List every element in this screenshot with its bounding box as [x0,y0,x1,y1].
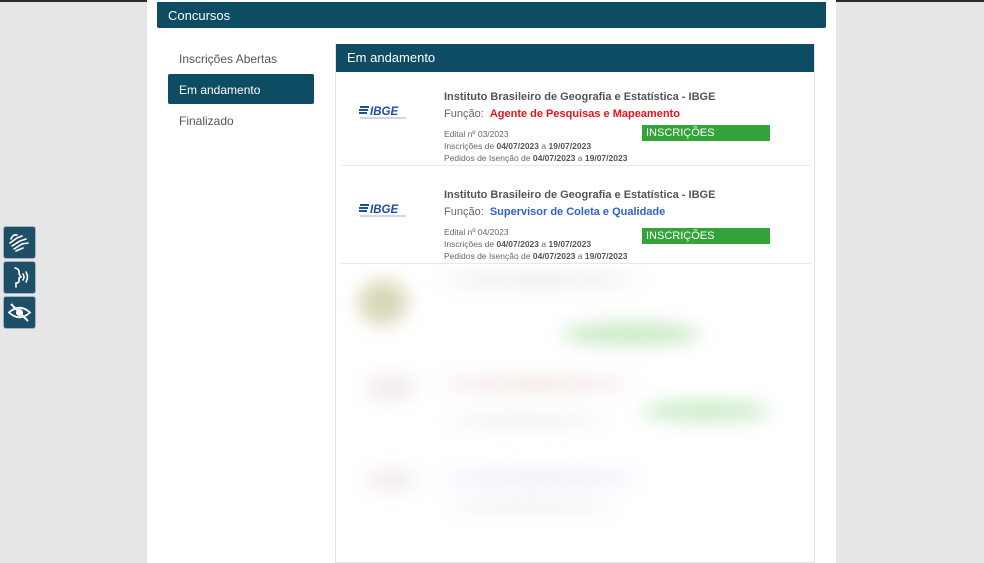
blurred-list-area [336,265,814,563]
svg-text:IBGE: IBGE [370,204,398,216]
edital-number: 03/2023 [477,129,509,139]
inscricoes-start: 04/07/2023 [496,141,540,151]
isencao-sep: a [577,153,583,163]
inscricoes-label: Inscrições de [444,239,495,249]
isencao-line: Pedidos de Isenção de 04/07/2023 a 19/07… [444,251,627,261]
organization-name: Instituto Brasileiro de Geografia e Esta… [444,91,716,103]
sidebar-item-em-andamento[interactable]: Em andamento [168,74,314,104]
isencao-line: Pedidos de Isenção de 04/07/2023 a 19/07… [444,153,627,163]
contest-card[interactable]: IBGE Instituto Brasileiro de Geografia e… [341,188,811,264]
blurred-logo [366,470,416,490]
ibge-logo: IBGE [358,102,409,122]
contrast-toggle-button[interactable] [3,296,36,329]
audio-description-button[interactable] [3,261,36,294]
sidebar-item-label: Em andamento [179,83,261,97]
panel-title-text: Em andamento [347,50,436,65]
sidebar-menu: Inscrições Abertas Em andamento Finaliza… [168,43,314,136]
edital-label: Edital nº [444,227,476,237]
status-badge[interactable]: INSCRIÇÕES ABERTAS! [642,228,770,258]
sidebar-item-label: Inscrições Abertas [179,52,278,66]
status-badge[interactable]: INSCRIÇÕES ABERTAS! [642,125,770,155]
inscricoes-line: Inscrições de 04/07/2023 a 19/07/2023 [444,239,591,249]
role-line: Função: Agente de Pesquisas e Mapeamento [444,108,680,120]
edital-number: 04/2023 [477,227,509,237]
inscricoes-sep: a [541,141,547,151]
inscricoes-label: Inscrições de [444,141,495,151]
sign-language-button[interactable] [3,226,36,259]
role-label: Função: [444,108,484,120]
svg-text:IBGE: IBGE [370,106,398,118]
edital-line: Edital nº 03/2023 [444,129,509,139]
inscricoes-start: 04/07/2023 [496,239,540,249]
inscricoes-end: 19/07/2023 [548,239,592,249]
inscricoes-sep: a [541,239,547,249]
ibge-logo: IBGE [358,200,409,220]
role-name[interactable]: Agente de Pesquisas e Mapeamento [490,108,680,120]
role-label: Função: [444,206,484,218]
sidebar-item-label: Finalizado [179,114,234,128]
isencao-end: 19/07/2023 [584,251,628,261]
blurred-text [446,500,616,512]
blurred-text [446,415,606,427]
section-title: Concursos [168,8,231,23]
edital-label: Edital nº [444,129,476,139]
edital-line: Edital nº 04/2023 [444,227,509,237]
blurred-badge [641,400,771,422]
blurred-logo [366,375,416,400]
isencao-label: Pedidos de Isenção de [444,251,531,261]
isencao-label: Pedidos de Isenção de [444,153,531,163]
isencao-end: 19/07/2023 [584,153,628,163]
contest-card[interactable]: IBGE Instituto Brasileiro de Geografia e… [341,90,811,166]
sidebar-item-inscricoes-abertas[interactable]: Inscrições Abertas [168,43,314,73]
isencao-sep: a [577,251,583,261]
blurred-text [441,472,641,484]
inscricoes-end: 19/07/2023 [548,141,592,151]
panel-title: Em andamento [336,44,814,72]
blurred-logo [358,280,408,325]
blurred-text [441,275,641,285]
isencao-start: 04/07/2023 [532,153,576,163]
inscricoes-line: Inscrições de 04/07/2023 a 19/07/2023 [444,141,591,151]
role-name[interactable]: Supervisor de Coleta e Qualidade [490,206,665,218]
section-header: Concursos [157,2,826,28]
role-line: Função: Supervisor de Coleta e Qualidade [444,206,665,218]
sidebar-item-finalizado[interactable]: Finalizado [168,105,314,135]
isencao-start: 04/07/2023 [532,251,576,261]
blurred-text [441,377,631,391]
blurred-badge [561,323,701,345]
organization-name: Instituto Brasileiro de Geografia e Esta… [444,189,716,201]
